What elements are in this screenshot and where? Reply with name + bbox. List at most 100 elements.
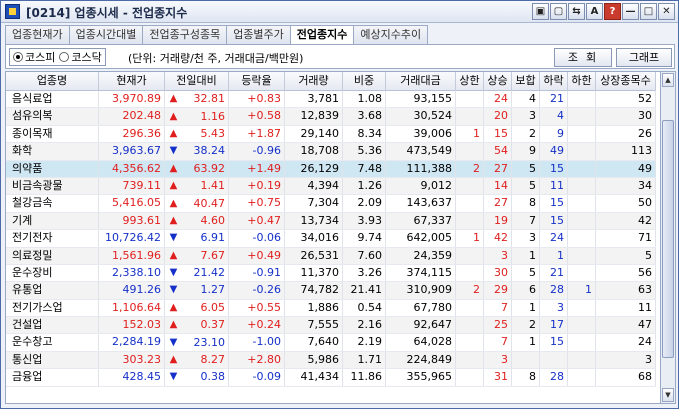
vertical-scrollbar[interactable]: ▲ ▼: [661, 71, 676, 404]
table-row[interactable]: 전기가스업 1,106.64 ▲ 6.05 +0.55 1,886 0.54 67,780 7 1…: [6, 299, 656, 318]
radio-kosdaq[interactable]: 코스닥: [59, 49, 102, 65]
change-value: 63.92: [193, 161, 226, 175]
table-row[interactable]: 통신업 303.23 ▲ 8.27 +2.80 5,986 1.71 224,849 3 3: [6, 351, 656, 370]
col-header-flat[interactable]: 보합: [512, 72, 540, 91]
col-header-fall[interactable]: 하락: [540, 72, 568, 91]
col-header-price[interactable]: 현재가: [99, 72, 165, 91]
cell-trade-value: 93,155: [386, 91, 456, 108]
cell-weight: 11.86: [343, 369, 386, 386]
scroll-up-icon[interactable]: ▲: [662, 73, 674, 87]
cell-price: 1,561.96: [99, 247, 165, 264]
maximize-icon[interactable]: □: [640, 3, 657, 20]
radio-kospi[interactable]: 코스피: [13, 49, 55, 65]
cell-flat: [512, 351, 540, 369]
cell-price: 296.36: [99, 125, 165, 143]
cell-rise: 27: [484, 160, 512, 177]
cell-volume: 34,016: [285, 230, 343, 247]
main-window: [0214] 업종시세 - 전업종지수 ▣ ▢ ⇆ A ? — □ ✕ 업종현재…: [0, 0, 679, 409]
table-row[interactable]: 종이목재 296.36 ▲ 5.43 +1.87 29,140 8.34 39,006 1 15 2…: [6, 125, 656, 144]
tab-expected-index-trend[interactable]: 예상지수추이: [353, 25, 429, 44]
help-icon[interactable]: ?: [604, 3, 621, 20]
table-row[interactable]: 운수창고 2,284.19 ▼ 23.10 -1.00 7,640 2.19 64,028 7 1…: [6, 334, 656, 352]
cell-flat: 2: [512, 125, 540, 143]
cell-listed-count: 5: [596, 247, 656, 264]
cell-change: ▲ 63.92: [165, 160, 229, 177]
change-value: 1.16: [200, 109, 226, 123]
table-row[interactable]: 건설업 152.03 ▲ 0.37 +0.24 7,555 2.16 92,647 25 2 17 4…: [6, 317, 656, 335]
col-header-weight[interactable]: 비중: [343, 72, 386, 91]
cell-price: 4,356.62: [99, 160, 165, 177]
table-row[interactable]: 운수장비 2,338.10 ▼ 21.42 -0.91 11,370 3.26 374,115…: [6, 264, 656, 283]
col-header-volume[interactable]: 거래량: [285, 72, 343, 91]
table-row[interactable]: 화학 3,963.67 ▼ 38.24 -0.96 18,708 5.36 473,549 54…: [6, 143, 656, 161]
cell-fall: 21: [540, 91, 568, 108]
link-icon[interactable]: ▣: [532, 3, 549, 20]
cell-upper-limit: [456, 369, 484, 386]
cell-listed-count: 11: [596, 299, 656, 317]
tab-all-sector-index[interactable]: 전업종지수: [289, 25, 355, 45]
cell-upper-limit: [456, 317, 484, 334]
cell-lower-limit: [568, 212, 596, 230]
cell-listed-count: 50: [596, 195, 656, 212]
col-header-lower-limit[interactable]: 하한: [568, 72, 596, 91]
table-row[interactable]: 유통업 491.26 ▼ 1.27 -0.26 74,782 21.41 310,909 2 29…: [6, 282, 656, 300]
cell-lower-limit: [568, 143, 596, 160]
tab-sector-price[interactable]: 업종현재가: [5, 25, 70, 44]
tab-sector-stock-price[interactable]: 업종별주가: [226, 25, 291, 44]
table-row[interactable]: 의약품 4,356.62 ▲ 63.92 +1.49 26,129 7.48 111,388 2…: [6, 160, 656, 178]
tab-bar: 업종현재가 업종시간대별 전업종구성종목 업종별주가 전업종지수 예상지수추이: [5, 25, 429, 45]
radio-kospi-dot[interactable]: [13, 52, 23, 62]
cell-change: ▼ 1.27: [165, 282, 229, 299]
radio-kosdaq-dot[interactable]: [59, 52, 70, 62]
table-row[interactable]: 철강금속 5,416.05 ▲ 40.47 +0.75 7,304 2.09 143,637 2…: [6, 195, 656, 213]
cell-sector-name: 종이목재: [6, 125, 99, 143]
col-header-upper-limit[interactable]: 상한: [456, 72, 484, 91]
sync-icon[interactable]: ⇆: [568, 3, 585, 20]
table-row[interactable]: 음식료업 3,970.89 ▲ 32.81 +0.83 3,781 1.08 93,155 24…: [6, 91, 656, 109]
cell-rise: 31: [484, 369, 512, 386]
col-header-rise[interactable]: 상승: [484, 72, 512, 91]
col-header-listed-count[interactable]: 상장종목수: [596, 72, 656, 91]
cell-weight: 21.41: [343, 282, 386, 299]
tab-sector-time[interactable]: 업종시간대별: [68, 25, 144, 44]
cell-rate: -0.26: [229, 282, 285, 299]
cell-weight: 0.54: [343, 299, 386, 317]
cell-flat: 7: [512, 212, 540, 230]
query-button[interactable]: 조회: [554, 48, 612, 67]
table-row[interactable]: 금융업 428.45 ▼ 0.38 -0.09 41,434 11.86 355,965 31 8…: [6, 369, 656, 387]
col-header-rate[interactable]: 등락율: [229, 72, 285, 91]
tab-sector-components[interactable]: 전업종구성종목: [142, 25, 228, 44]
table-row[interactable]: 의료정밀 1,561.96 ▲ 7.67 +0.49 26,531 7.60 24,359 3 1…: [6, 247, 656, 265]
cell-sector-name: 음식료업: [6, 91, 99, 108]
cell-upper-limit: [456, 264, 484, 282]
cell-weight: 7.48: [343, 160, 386, 177]
grid-body: 음식료업 3,970.89 ▲ 32.81 +0.83 3,781 1.08 93,155 24…: [6, 91, 656, 387]
cell-volume: 3,781: [285, 91, 343, 108]
table-row[interactable]: 섬유의복 202.48 ▲ 1.16 +0.58 12,839 3.68 30,524 20 3 4…: [6, 108, 656, 126]
cell-listed-count: 24: [596, 334, 656, 351]
scroll-thumb[interactable]: [662, 120, 674, 358]
cell-trade-value: 9,012: [386, 177, 456, 195]
graph-button[interactable]: 그래프: [616, 48, 672, 67]
cell-rate: +0.58: [229, 108, 285, 125]
cell-fall: 15: [540, 160, 568, 177]
table-row[interactable]: 기계 993.61 ▲ 4.60 +0.47 13,734 3.93 67,337 19 7 15 4…: [6, 212, 656, 231]
col-header-change[interactable]: 전일대비: [165, 72, 229, 91]
table-row[interactable]: 전기전자 10,726.42 ▼ 6.91 -0.06 34,016 9.74 642,005…: [6, 230, 656, 248]
cell-fall: 4: [540, 108, 568, 125]
font-icon[interactable]: A: [586, 3, 603, 20]
table-row[interactable]: 비금속광물 739.11 ▲ 1.41 +0.19 4,394 1.26 9,012 14 5 11…: [6, 177, 656, 196]
change-value: 1.41: [200, 179, 226, 193]
change-value: 32.81: [193, 92, 226, 106]
minimize-icon[interactable]: —: [622, 3, 639, 20]
layout-icon[interactable]: ▢: [550, 3, 567, 20]
close-icon[interactable]: ✕: [658, 3, 675, 20]
scroll-down-icon[interactable]: ▼: [662, 388, 674, 402]
cell-rise: 25: [484, 317, 512, 334]
cell-rate: +0.55: [229, 299, 285, 317]
cell-sector-name: 기계: [6, 212, 99, 230]
cell-trade-value: 374,115: [386, 264, 456, 282]
cell-lower-limit: [568, 108, 596, 125]
col-header-sector-name[interactable]: 업종명: [6, 72, 99, 91]
col-header-trade-value[interactable]: 거래대금: [386, 72, 456, 91]
